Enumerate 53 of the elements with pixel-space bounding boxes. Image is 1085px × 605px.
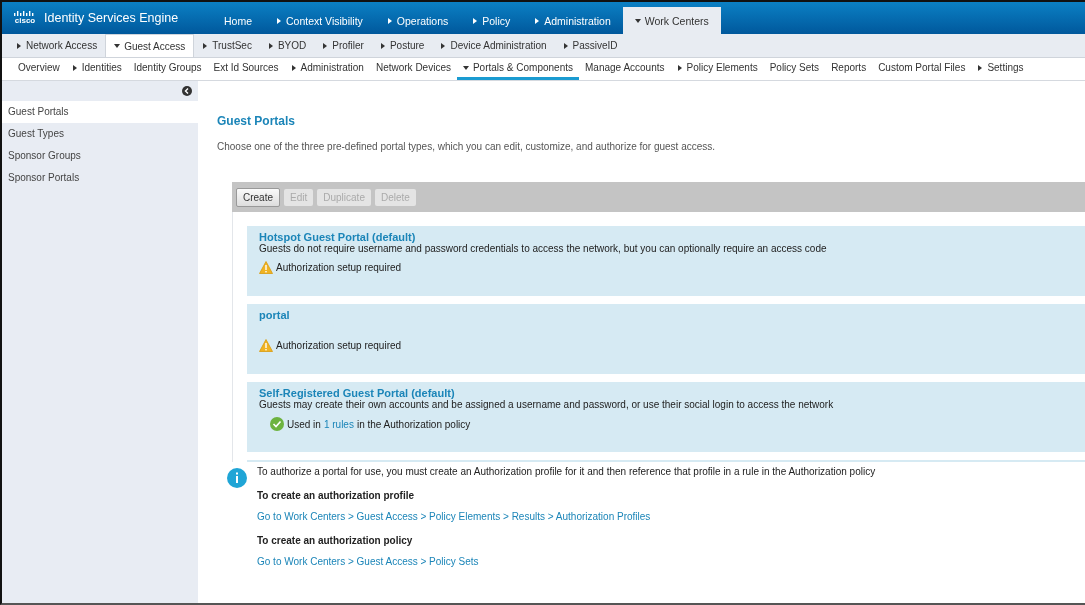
nav-tab[interactable]: Work Centers	[622, 7, 721, 34]
nav-tab[interactable]: Policy Elements	[670, 58, 764, 80]
rules-link[interactable]: 1 rules	[323, 418, 354, 430]
nav-tab[interactable]: Ext Id Sources	[207, 58, 285, 80]
nav-tab[interactable]: Device Administration	[432, 34, 555, 57]
status-text: in the Authorization policy	[356, 418, 471, 430]
nav-tab[interactable]: Portals & Components	[456, 58, 579, 80]
toolbar-button[interactable]: Create	[236, 187, 280, 207]
nav-tab[interactable]: Settings	[971, 58, 1030, 80]
portal-description: Guests do not require username and password credentials to access the network, but you can optionally require an access code	[259, 243, 828, 255]
nav-tab[interactable]: Policy Sets	[763, 58, 826, 80]
nav-tab[interactable]: Overview	[12, 58, 66, 80]
nav-tab[interactable]: Identity Groups	[127, 58, 208, 80]
nav-tab[interactable]: BYOD	[259, 34, 315, 57]
info-icon	[227, 468, 247, 488]
collapse-icon[interactable]	[182, 86, 192, 96]
nav-tab[interactable]: Home	[212, 7, 264, 34]
app-title: Identity Services Engine	[44, 11, 179, 25]
nav-tab[interactable]: Custom Portal Files	[872, 58, 972, 80]
nav-tab[interactable]: Network Access	[8, 34, 106, 57]
warning-icon	[259, 261, 273, 274]
nav-tab[interactable]: Profiler	[314, 34, 372, 57]
sidebar-item[interactable]: Sponsor Portals	[2, 167, 198, 189]
nav-tab[interactable]: Reports	[825, 58, 873, 80]
status-text: Authorization setup required	[276, 340, 402, 351]
warning-icon	[259, 339, 273, 352]
info-text: To authorize a portal for use, you must create an Authorization profile for it and then reference that profile in a rule in the Authorization policy	[257, 466, 876, 477]
section-heading: To create an authorization profile	[257, 490, 416, 501]
status-text: Authorization setup required	[276, 262, 402, 273]
page-title: Guest Portals	[217, 114, 297, 128]
navigation-link[interactable]: Go to Work Centers > Guest Access > Policy Sets	[257, 556, 876, 567]
nav-tab[interactable]: Administration	[284, 58, 370, 80]
section-heading: To create an authorization policy	[257, 535, 414, 546]
nav-tab[interactable]: Manage Accounts	[579, 58, 671, 80]
nav-tab[interactable]: Operations	[374, 7, 461, 34]
status-text: Used in	[287, 418, 321, 430]
page-description: Choose one of the three pre-defined portal types, which you can edit, customize, and authorize for guest access.	[217, 141, 717, 152]
nav-tab[interactable]: Context Visibility	[264, 7, 375, 34]
nav-tab[interactable]: Policy	[460, 7, 523, 34]
sidebar-item[interactable]: Guest Portals	[2, 101, 198, 123]
sidebar-item[interactable]: Guest Types	[2, 123, 198, 145]
nav-tab[interactable]: Identities	[65, 58, 128, 80]
nav-tab[interactable]: Network Devices	[369, 58, 457, 80]
check-icon	[270, 417, 284, 431]
cisco-logo: cisco	[14, 11, 36, 25]
nav-tab[interactable]: PassiveID	[554, 34, 626, 57]
nav-tab[interactable]: Administration	[522, 7, 623, 34]
nav-tab[interactable]: Guest Access	[105, 34, 195, 57]
nav-tab[interactable]: Posture	[371, 34, 433, 57]
nav-tab[interactable]: TrustSec	[194, 34, 260, 57]
navigation-link[interactable]: Go to Work Centers > Guest Access > Policy Elements > Results > Authorization Profiles	[257, 511, 876, 522]
portal-description: Guests may create their own accounts and be assigned a username and password, or use their social login to access the network	[259, 399, 835, 411]
sidebar-item[interactable]: Sponsor Groups	[2, 145, 198, 167]
